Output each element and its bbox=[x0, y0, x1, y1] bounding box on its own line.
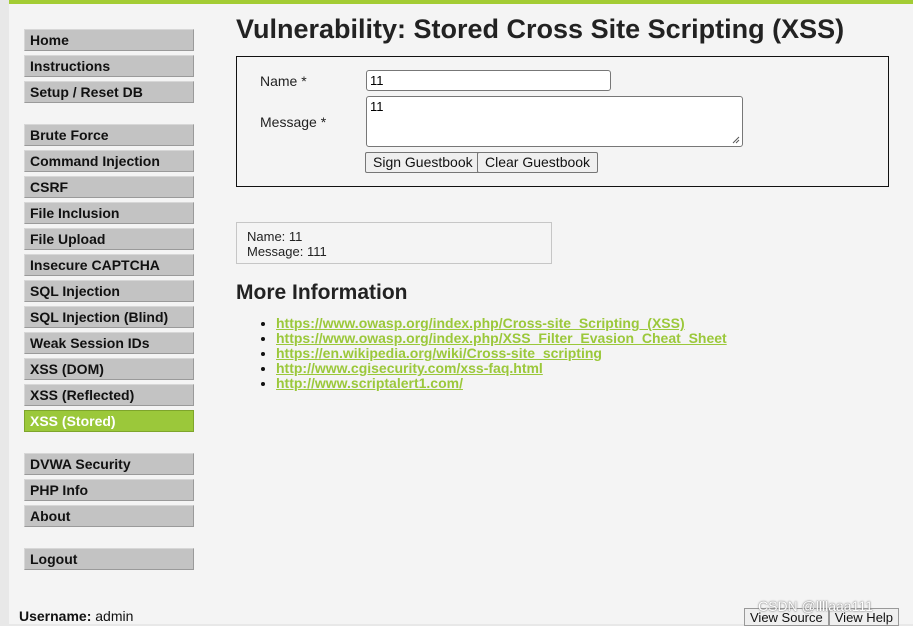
sidebar-item-dvwa-security[interactable]: DVWA Security bbox=[24, 453, 194, 475]
list-item: https://en.wikipedia.org/wiki/Cross-site… bbox=[276, 346, 727, 361]
sign-guestbook-button[interactable]: Sign Guestbook bbox=[365, 152, 481, 173]
username-label: Username: bbox=[19, 608, 92, 624]
name-input[interactable]: 11 bbox=[366, 70, 611, 91]
sidebar-item-sql-injection-blind[interactable]: SQL Injection (Blind) bbox=[24, 306, 194, 328]
sidebar-item-weak-session-ids[interactable]: Weak Session IDs bbox=[24, 332, 194, 354]
entry-name: Name: 11 bbox=[247, 229, 303, 244]
message-label: Message * bbox=[260, 114, 327, 130]
sidebar-item-setup-reset-db[interactable]: Setup / Reset DB bbox=[24, 81, 194, 103]
sidebar-item-xss-stored[interactable]: XSS (Stored) bbox=[24, 410, 194, 432]
more-information-heading: More Information bbox=[236, 281, 408, 304]
message-text: 11 bbox=[370, 99, 384, 114]
resize-grip-icon[interactable] bbox=[732, 136, 740, 144]
link-scriptalert1[interactable]: http://www.scriptalert1.com/ bbox=[276, 375, 463, 391]
sidebar-item-sql-injection[interactable]: SQL Injection bbox=[24, 280, 194, 302]
sidebar-item-php-info[interactable]: PHP Info bbox=[24, 479, 194, 501]
sidebar-item-file-inclusion[interactable]: File Inclusion bbox=[24, 202, 194, 224]
link-wikipedia-xss[interactable]: https://en.wikipedia.org/wiki/Cross-site… bbox=[276, 345, 602, 361]
guestbook-entry: Name: 11 Message: 111 bbox=[236, 222, 552, 264]
watermark-text: CSDN @llllaaa111 bbox=[758, 598, 873, 614]
sidebar-item-file-upload[interactable]: File Upload bbox=[24, 228, 194, 250]
list-item: https://www.owasp.org/index.php/Cross-si… bbox=[276, 316, 727, 331]
sidebar-item-logout[interactable]: Logout bbox=[24, 548, 194, 570]
entry-message: Message: 111 bbox=[247, 244, 327, 259]
list-item: http://www.scriptalert1.com/ bbox=[276, 376, 727, 391]
list-item: http://www.cgisecurity.com/xss-faq.html bbox=[276, 361, 727, 376]
list-item: https://www.owasp.org/index.php/XSS_Filt… bbox=[276, 331, 727, 346]
name-label: Name * bbox=[260, 73, 307, 89]
username-display: Username: admin bbox=[19, 608, 133, 624]
sidebar-item-xss-dom[interactable]: XSS (DOM) bbox=[24, 358, 194, 380]
link-owasp-xss[interactable]: https://www.owasp.org/index.php/Cross-si… bbox=[276, 315, 685, 331]
message-textarea[interactable]: 11 bbox=[366, 96, 743, 147]
username-value: admin bbox=[95, 608, 134, 624]
clear-guestbook-button[interactable]: Clear Guestbook bbox=[477, 152, 599, 173]
guestbook-form: Name * 11 Message * 11 Sign Guestbook Cl… bbox=[236, 56, 889, 187]
sidebar-item-brute-force[interactable]: Brute Force bbox=[24, 124, 194, 146]
sidebar-item-command-injection[interactable]: Command Injection bbox=[24, 150, 194, 172]
more-information-list: https://www.owasp.org/index.php/Cross-si… bbox=[256, 316, 727, 391]
sidebar-item-home[interactable]: Home bbox=[24, 29, 194, 51]
sidebar-item-csrf[interactable]: CSRF bbox=[24, 176, 194, 198]
link-cgisecurity-faq[interactable]: http://www.cgisecurity.com/xss-faq.html bbox=[276, 360, 543, 376]
sidebar-item-insecure-captcha[interactable]: Insecure CAPTCHA bbox=[24, 254, 194, 276]
sidebar-item-instructions[interactable]: Instructions bbox=[24, 55, 194, 77]
sidebar-item-about[interactable]: About bbox=[24, 505, 194, 527]
link-owasp-filter-evasion[interactable]: https://www.owasp.org/index.php/XSS_Filt… bbox=[276, 330, 727, 346]
sidebar-item-xss-reflected[interactable]: XSS (Reflected) bbox=[24, 384, 194, 406]
page-title: Vulnerability: Stored Cross Site Scripti… bbox=[236, 14, 845, 44]
